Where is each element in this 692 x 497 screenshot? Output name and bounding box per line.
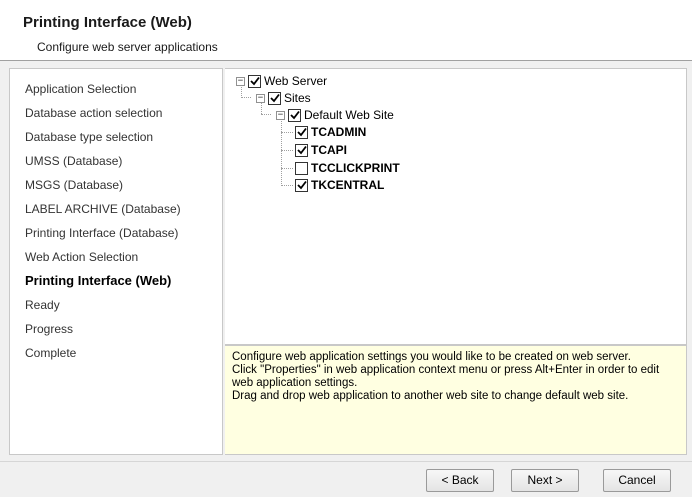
step-progress[interactable]: Progress <box>25 322 73 336</box>
tcadmin-checkbox[interactable] <box>295 125 308 139</box>
tree-connector <box>281 150 293 151</box>
page-subtitle: Configure web server applications <box>37 40 218 54</box>
step-label-archive-database[interactable]: LABEL ARCHIVE (Database) <box>25 202 181 216</box>
sites-label: Sites <box>284 91 311 105</box>
tree-connector <box>281 132 293 133</box>
step-database-action-selection[interactable]: Database action selection <box>25 106 162 120</box>
tkcentral-label: TKCENTRAL <box>311 178 385 192</box>
tcclickprint-checkbox[interactable] <box>295 161 308 175</box>
tcapi-checkbox[interactable] <box>295 143 308 157</box>
step-printing-interface-web[interactable]: Printing Interface (Web) <box>25 273 171 288</box>
web-server-tree[interactable]: − Web Server − Sites − Default Web Site … <box>225 68 687 345</box>
default-web-site-label: Default Web Site <box>304 108 394 122</box>
tree-node-tcapi[interactable]: TCAPI <box>295 142 347 158</box>
help-text-line: Configure web application settings you w… <box>232 351 631 363</box>
step-printing-interface-database[interactable]: Printing Interface (Database) <box>25 226 178 240</box>
web-server-checkbox[interactable] <box>248 74 261 88</box>
checkmark-icon <box>249 76 260 86</box>
next-button[interactable]: Next > <box>511 469 579 492</box>
default-web-site-checkbox[interactable] <box>288 108 301 122</box>
tcadmin-label: TCADMIN <box>311 125 367 139</box>
minus-box-icon[interactable]: − <box>256 93 265 103</box>
minus-box-icon[interactable]: − <box>276 110 285 120</box>
step-application-selection[interactable]: Application Selection <box>25 82 136 96</box>
step-complete[interactable]: Complete <box>25 346 76 360</box>
help-text-line: Click "Properties" in web application co… <box>232 364 660 389</box>
wizard-header: Printing Interface (Web) Configure web s… <box>0 0 692 61</box>
footer-divider <box>0 461 692 462</box>
help-panel: Configure web application settings you w… <box>225 345 687 455</box>
tcapi-label: TCAPI <box>311 143 347 157</box>
tcclickprint-label: TCCLICKPRINT <box>311 161 400 175</box>
tree-node-tcadmin[interactable]: TCADMIN <box>295 124 366 140</box>
minus-box-icon[interactable]: − <box>236 76 245 86</box>
tree-connector <box>281 168 293 169</box>
tree-connector <box>281 185 293 186</box>
cancel-button[interactable]: Cancel <box>603 469 671 492</box>
tree-connector <box>281 118 282 184</box>
web-server-label: Web Server <box>264 74 328 88</box>
tree-node-web-server[interactable]: − Web Server <box>236 73 327 89</box>
back-button[interactable]: < Back <box>426 469 494 492</box>
checkmark-icon <box>296 145 307 155</box>
tree-node-tcclickprint[interactable]: TCCLICKPRINT <box>295 160 400 176</box>
checkmark-icon <box>296 180 307 190</box>
step-msgs-database[interactable]: MSGS (Database) <box>25 178 123 192</box>
wizard-steps-panel: Application Selection Database action se… <box>9 68 223 455</box>
page-title: Printing Interface (Web) <box>23 14 192 31</box>
sites-checkbox[interactable] <box>268 91 281 105</box>
tree-connector <box>241 97 251 98</box>
checkmark-icon <box>296 127 307 137</box>
tree-node-default-web-site[interactable]: − Default Web Site <box>276 107 394 123</box>
step-web-action-selection[interactable]: Web Action Selection <box>25 250 138 264</box>
checkmark-icon <box>269 93 280 103</box>
checkmark-icon <box>289 110 300 120</box>
tree-node-tkcentral[interactable]: TKCENTRAL <box>295 177 384 193</box>
tree-node-sites[interactable]: − Sites <box>256 90 311 106</box>
tkcentral-checkbox[interactable] <box>295 178 308 192</box>
tree-connector <box>261 114 271 115</box>
help-text-line: Drag and drop web application to another… <box>232 390 629 402</box>
step-umss-database[interactable]: UMSS (Database) <box>25 154 122 168</box>
step-database-type-selection[interactable]: Database type selection <box>25 130 153 144</box>
step-ready[interactable]: Ready <box>25 298 60 312</box>
